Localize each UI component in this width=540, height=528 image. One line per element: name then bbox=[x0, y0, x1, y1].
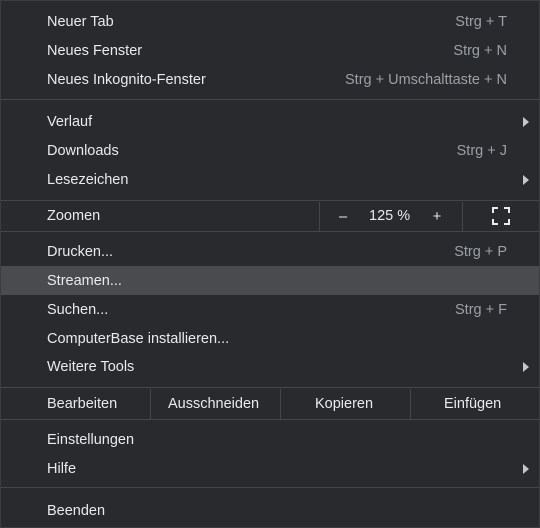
downloads-label: Downloads bbox=[47, 142, 119, 159]
zoom-label: Zoomen bbox=[47, 208, 101, 224]
edit-label: Bearbeiten bbox=[47, 396, 118, 412]
separator bbox=[1, 99, 539, 100]
menu-item-exit[interactable]: Beenden bbox=[1, 496, 539, 525]
install-label: ComputerBase installieren... bbox=[47, 330, 230, 347]
new-incognito-shortcut: Strg + Umschalttaste + N bbox=[345, 71, 507, 88]
edit-row: Bearbeiten Ausschneiden Kopieren Einfüge… bbox=[1, 389, 539, 419]
zoom-level: 125 % bbox=[369, 208, 411, 224]
menu-item-new-tab[interactable]: Neuer Tab Strg + T bbox=[1, 7, 539, 36]
history-label: Verlauf bbox=[47, 113, 93, 130]
paste-button[interactable]: Einfügen bbox=[444, 396, 501, 412]
find-label: Suchen... bbox=[47, 301, 109, 318]
print-shortcut: Strg + P bbox=[454, 243, 507, 260]
separator bbox=[462, 202, 463, 231]
menu-item-settings[interactable]: Einstellungen bbox=[1, 425, 539, 454]
zoom-out-button[interactable]: – bbox=[332, 206, 354, 228]
zoom-row: Zoomen – 125 % + bbox=[1, 202, 539, 231]
menu-item-downloads[interactable]: Downloads Strg + J bbox=[1, 136, 539, 165]
cut-button[interactable]: Ausschneiden bbox=[168, 396, 259, 412]
new-window-shortcut: Strg + N bbox=[453, 42, 507, 59]
new-window-label: Neues Fenster bbox=[47, 42, 143, 59]
fullscreen-icon[interactable] bbox=[492, 207, 510, 225]
menu-item-help[interactable]: Hilfe bbox=[1, 454, 539, 483]
menu-item-print[interactable]: Drucken... Strg + P bbox=[1, 237, 539, 266]
menu-item-bookmarks[interactable]: Lesezeichen bbox=[1, 165, 539, 194]
separator bbox=[1, 487, 539, 488]
help-label: Hilfe bbox=[47, 460, 77, 477]
zoom-in-button[interactable]: + bbox=[426, 206, 448, 228]
settings-label: Einstellungen bbox=[47, 431, 135, 448]
menu-item-new-incognito-window[interactable]: Neues Inkognito-Fenster Strg + Umschaltt… bbox=[1, 65, 539, 94]
separator bbox=[1, 231, 539, 232]
submenu-arrow-icon bbox=[523, 463, 529, 474]
menu-item-find[interactable]: Suchen... Strg + F bbox=[1, 295, 539, 324]
menu-item-install-app[interactable]: ComputerBase installieren... bbox=[1, 324, 539, 353]
downloads-shortcut: Strg + J bbox=[456, 142, 507, 159]
find-shortcut: Strg + F bbox=[455, 301, 507, 318]
new-tab-label: Neuer Tab bbox=[47, 13, 114, 30]
chrome-main-menu: Neuer Tab Strg + T Neues Fenster Strg + … bbox=[0, 0, 540, 528]
separator bbox=[1, 387, 539, 388]
cast-label: Streamen... bbox=[47, 272, 122, 289]
separator bbox=[410, 389, 411, 419]
submenu-arrow-icon bbox=[523, 116, 529, 127]
separator bbox=[1, 200, 539, 201]
menu-item-more-tools[interactable]: Weitere Tools bbox=[1, 352, 539, 381]
separator bbox=[150, 389, 151, 419]
print-label: Drucken... bbox=[47, 243, 114, 260]
submenu-arrow-icon bbox=[523, 361, 529, 372]
menu-item-cast[interactable]: Streamen... bbox=[1, 266, 539, 295]
separator bbox=[280, 389, 281, 419]
more-tools-label: Weitere Tools bbox=[47, 358, 135, 375]
new-tab-shortcut: Strg + T bbox=[455, 13, 507, 30]
copy-button[interactable]: Kopieren bbox=[315, 396, 373, 412]
new-incognito-label: Neues Inkognito-Fenster bbox=[47, 71, 206, 88]
exit-label: Beenden bbox=[47, 502, 106, 519]
separator bbox=[319, 202, 320, 231]
bookmarks-label: Lesezeichen bbox=[47, 171, 129, 188]
menu-item-new-window[interactable]: Neues Fenster Strg + N bbox=[1, 36, 539, 65]
menu-item-history[interactable]: Verlauf bbox=[1, 107, 539, 136]
separator bbox=[1, 419, 539, 420]
submenu-arrow-icon bbox=[523, 174, 529, 185]
